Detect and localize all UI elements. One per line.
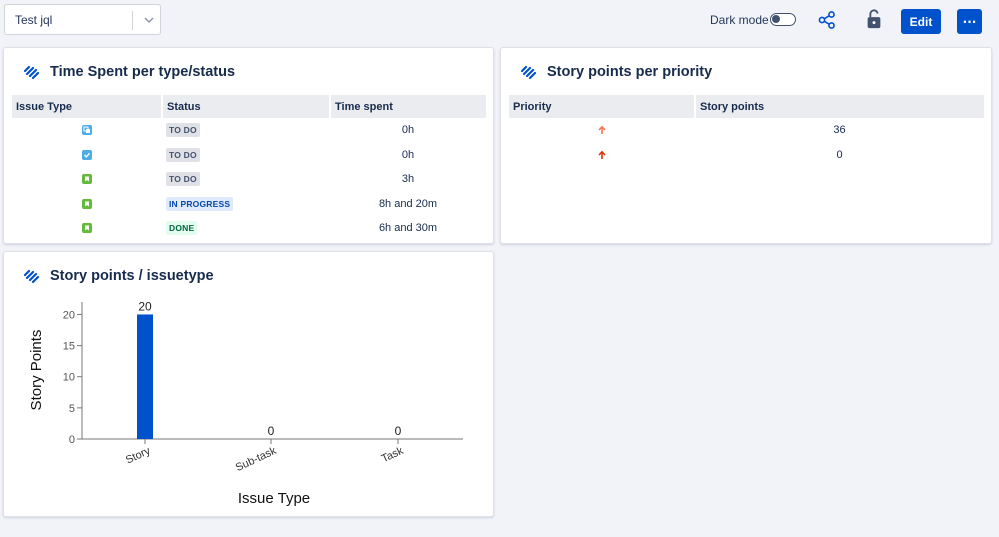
card-title: Time Spent per type/status	[50, 64, 236, 80]
time-spent-card: Time Spent per type/status Issue Type St…	[3, 47, 494, 244]
subtask-icon	[82, 125, 92, 136]
y-tick-label: 0	[69, 434, 75, 446]
share-icon[interactable]	[817, 10, 837, 30]
story-points-value: 0	[836, 148, 843, 161]
gadget-logo-icon	[24, 269, 40, 284]
table-row: IN PROGRESS 8h and 20m	[12, 192, 486, 217]
table-row: 0	[509, 143, 984, 168]
priority-table: Priority Story points 36 0	[509, 95, 984, 167]
time-spent-value: 6h and 30m	[378, 222, 438, 235]
status-badge: TO DO	[166, 147, 200, 162]
y-axis-label: Story Points	[28, 330, 45, 411]
edit-button[interactable]: Edit	[901, 9, 941, 34]
status-badge: TO DO	[166, 123, 200, 138]
column-header: Issue Type	[12, 95, 163, 118]
jql-filter-select[interactable]: Test jql	[4, 4, 161, 35]
story-points-value: 36	[833, 124, 846, 137]
time-spent-value: 0h	[401, 124, 415, 137]
bar	[137, 314, 153, 439]
table-row: TO DO 3h	[12, 167, 486, 192]
dark-mode-toggle[interactable]	[770, 13, 796, 26]
column-header: Priority	[509, 95, 696, 118]
x-tick-label: Sub-task	[234, 445, 279, 474]
priority-card: Story points per priority Priority Story…	[500, 47, 992, 244]
data-label: 20	[138, 299, 152, 313]
priority-high-icon	[598, 125, 606, 135]
gadget-logo-icon	[24, 65, 40, 80]
time-spent-value: 0h	[401, 148, 415, 161]
y-tick-label: 10	[63, 372, 75, 384]
table-row: 36	[509, 118, 984, 143]
more-options-button[interactable]: ···	[957, 9, 982, 34]
card-title: Story points / issuetype	[50, 268, 214, 284]
card-header: Story points per priority	[521, 64, 712, 80]
x-tick-label: Task	[380, 445, 406, 466]
task-icon	[82, 149, 92, 160]
time-spent-table: Issue Type Status Time spent TO DO 0h TO…	[12, 95, 486, 241]
select-divider	[132, 11, 133, 30]
time-spent-value: 3h	[401, 173, 415, 186]
x-axis-label: Issue Type	[238, 490, 310, 507]
toggle-knob	[772, 15, 780, 23]
y-tick-label: 5	[69, 403, 75, 415]
table-row: DONE 6h and 30m	[12, 216, 486, 241]
card-header: Story points / issuetype	[24, 268, 214, 284]
table-row: TO DO 0h	[12, 143, 486, 168]
x-tick-label: Story	[124, 445, 153, 467]
column-header: Status	[162, 95, 331, 118]
time-spent-value: 8h and 20m	[378, 197, 438, 210]
jql-filter-value: Test jql	[15, 13, 53, 27]
status-badge: DONE	[166, 221, 198, 236]
table-row: TO DO 0h	[12, 118, 486, 143]
table-header-row: Issue Type Status Time spent	[12, 95, 486, 118]
data-label: 0	[395, 424, 402, 438]
priority-highest-icon	[598, 150, 606, 159]
story-points-bar-chart: 0 5 10 15 20 20 Story 0 Sub-task 0 Task Issue Type S…	[28, 299, 463, 507]
column-header: Story points	[695, 95, 984, 118]
y-tick-label: 20	[63, 309, 75, 321]
story-icon	[82, 174, 92, 185]
unlock-icon[interactable]	[864, 9, 884, 29]
y-tick-label: 15	[63, 341, 75, 353]
gadget-logo-icon	[521, 65, 537, 80]
card-header: Time Spent per type/status	[24, 64, 235, 80]
status-badge: TO DO	[166, 172, 200, 187]
status-badge: IN PROGRESS	[166, 196, 234, 211]
story-points-chart-card: Story points / issuetype 0 5 10 15 20 20 Story…	[3, 251, 494, 517]
column-header: Time spent	[330, 95, 486, 118]
story-icon	[82, 198, 92, 209]
table-header-row: Priority Story points	[509, 95, 984, 118]
chevron-down-icon[interactable]	[141, 13, 157, 27]
dark-mode-label: Dark mode	[710, 13, 769, 27]
story-icon	[82, 223, 92, 234]
data-label: 0	[268, 424, 275, 438]
card-title: Story points per priority	[547, 64, 713, 80]
